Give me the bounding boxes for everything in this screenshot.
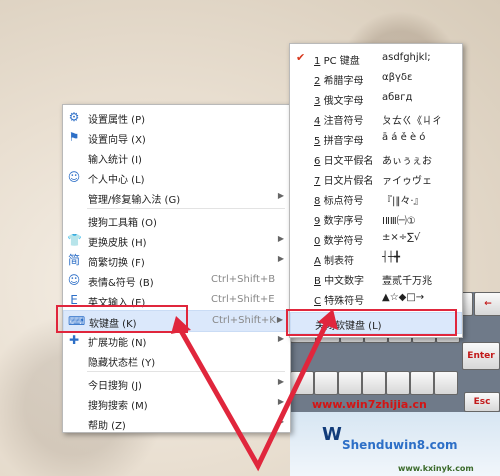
arrow-head-right [318,309,338,330]
red-arrow-line [173,314,333,472]
arrow-head-left [171,316,191,334]
annotation-arrows [171,309,338,472]
